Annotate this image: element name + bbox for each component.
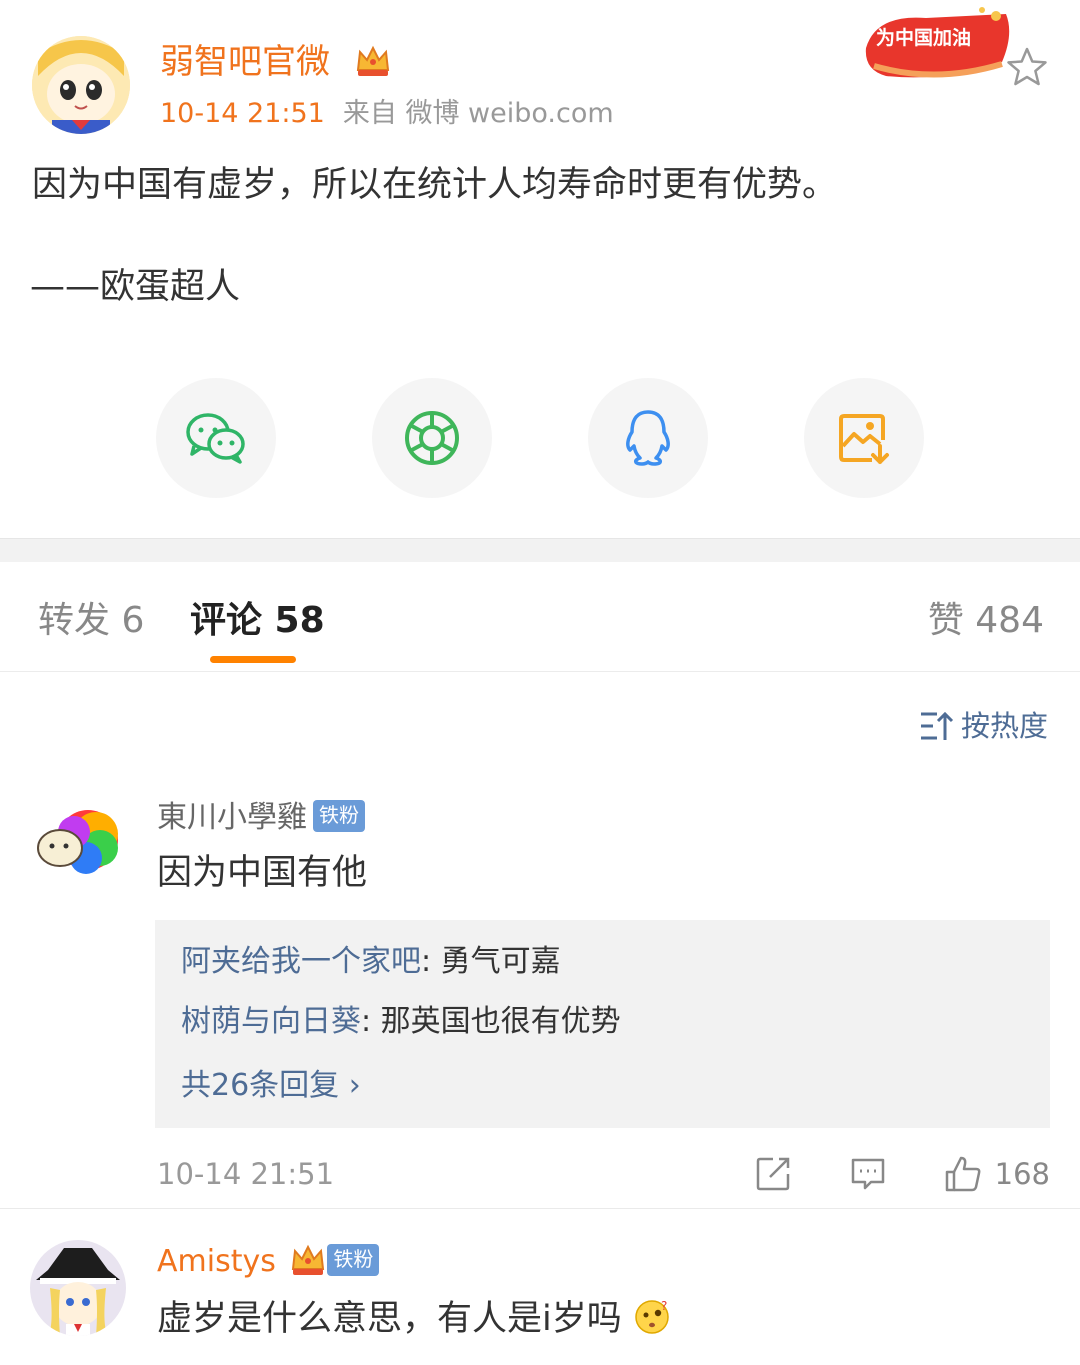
- reply-username[interactable]: 树荫与向日葵: [181, 1004, 361, 1039]
- comment-time: 10-14 21:51: [157, 1157, 335, 1191]
- crown-icon: [292, 1244, 325, 1275]
- share-qq-button[interactable]: [588, 378, 708, 498]
- moments-icon: [405, 411, 459, 465]
- thumbs-up-icon: [945, 1156, 981, 1192]
- puzzled-emoji-icon: ?: [635, 1299, 669, 1334]
- post-meta: 10-14 21:51 来自 微博 weibo.com: [160, 94, 614, 134]
- view-all-replies-link[interactable]: 共26条回复 ›: [181, 1064, 361, 1108]
- cheer-badge-text: 为中国加油: [876, 26, 971, 49]
- reply-username[interactable]: 阿夹给我一个家吧: [181, 944, 421, 979]
- post-text: 因为中国有虚岁，所以在统计人均寿命时更有优势。: [32, 165, 838, 205]
- reply-text: : 那英国也很有优势: [361, 1004, 621, 1039]
- qq-icon: [626, 410, 670, 466]
- post-source[interactable]: 来自 微博 weibo.com: [343, 98, 614, 129]
- sort-icon: [920, 711, 954, 740]
- comment-username[interactable]: Amistys 铁粉: [157, 1240, 380, 1284]
- author-name[interactable]: 弱智吧官微: [160, 38, 330, 86]
- comment-text-body: 虚岁是什么意思，有人是i岁吗: [157, 1299, 622, 1339]
- share-wechat-button[interactable]: [156, 378, 276, 498]
- crown-icon: [354, 42, 392, 80]
- comment-avatar[interactable]: [30, 796, 126, 892]
- reply-item[interactable]: 树荫与向日葵: 那英国也很有优势: [181, 1000, 621, 1044]
- save-image-icon: [839, 414, 889, 464]
- reply-text: : 勇气可嘉: [421, 944, 561, 979]
- sort-label: 按热度: [960, 709, 1048, 743]
- svg-text:?: ?: [661, 1299, 667, 1313]
- sort-by-hot-button[interactable]: 按热度: [919, 706, 1048, 746]
- author-avatar[interactable]: [32, 36, 130, 134]
- repost-icon: [756, 1157, 790, 1191]
- comment-text: 虚岁是什么意思，有人是i岁吗 ?: [157, 1294, 671, 1344]
- comment-footer: 10-14 21:51 168: [157, 1152, 1050, 1196]
- tab-comment[interactable]: 评论 58: [190, 596, 325, 646]
- comment-username-text[interactable]: Amistys: [157, 1244, 276, 1279]
- repost-comment-button[interactable]: [755, 1154, 793, 1196]
- post-header: 弱智吧官微 10-14 21:51 来自 微博 weibo.com 为中国加油: [0, 0, 1080, 150]
- wechat-icon: [186, 413, 245, 464]
- comment-avatar[interactable]: [30, 1240, 126, 1336]
- comment-text: 因为中国有他: [157, 853, 368, 893]
- post-signature: ——欧蛋超人: [30, 267, 241, 307]
- comment-separator: [0, 1208, 1080, 1209]
- comment-username[interactable]: 東川小學雞 铁粉: [157, 796, 365, 840]
- interaction-tabs: 转发 6 评论 58 赞 484: [0, 562, 1080, 672]
- save-image-button[interactable]: [804, 378, 924, 498]
- like-comment-button[interactable]: [943, 1154, 983, 1198]
- active-tab-indicator: [210, 656, 296, 663]
- tab-like[interactable]: 赞 484: [928, 596, 1044, 646]
- cheer-china-badge[interactable]: 为中国加油: [856, 4, 1016, 86]
- reply-comment-button[interactable]: [849, 1154, 887, 1196]
- fan-badge: 铁粉: [327, 1244, 380, 1276]
- post-time: 10-14 21:51: [160, 98, 325, 129]
- section-divider: [0, 538, 1080, 562]
- comment-icon: [851, 1158, 885, 1190]
- share-moments-button[interactable]: [372, 378, 492, 498]
- reply-item[interactable]: 阿夹给我一个家吧: 勇气可嘉: [181, 940, 561, 984]
- comment-like-count: 168: [994, 1157, 1050, 1191]
- comment-username-text[interactable]: 東川小學雞: [157, 800, 307, 835]
- reply-preview-box[interactable]: 阿夹给我一个家吧: 勇气可嘉 树荫与向日葵: 那英国也很有优势 共26条回复 ›: [155, 920, 1050, 1128]
- tab-repost[interactable]: 转发 6: [38, 596, 144, 646]
- fan-badge: 铁粉: [313, 800, 365, 832]
- star-icon[interactable]: [1004, 44, 1050, 90]
